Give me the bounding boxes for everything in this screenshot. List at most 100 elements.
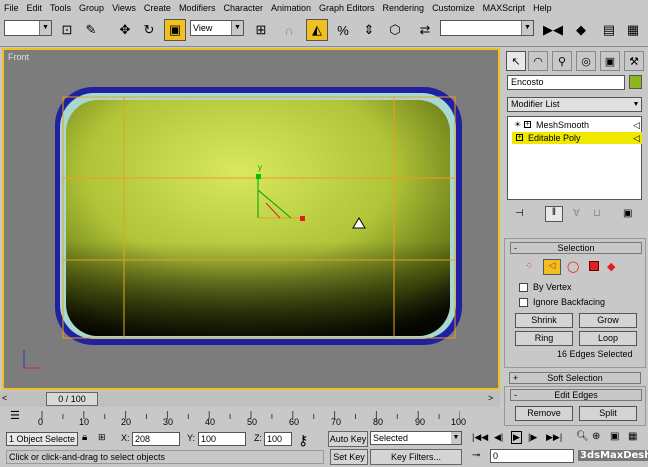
expand-icon[interactable]: +: [524, 121, 531, 128]
go-to-start-icon[interactable]: |◀◀: [472, 432, 488, 443]
menu-file[interactable]: File: [0, 3, 23, 13]
time-slider[interactable]: 0 / 100 < >: [0, 391, 500, 407]
key-mode-dropdown[interactable]: Selected ▼: [370, 431, 462, 445]
soft-selection-rollout-header[interactable]: + Soft Selection: [509, 372, 641, 384]
scale-icon[interactable]: ▣: [164, 19, 186, 41]
menu-animation[interactable]: Animation: [267, 3, 315, 13]
move-icon[interactable]: ✥: [114, 19, 136, 41]
border-icon[interactable]: ◯: [567, 260, 579, 273]
snap-icon[interactable]: ∩: [278, 19, 300, 41]
chevron-down-icon: ▼: [451, 432, 461, 444]
spinner-snap-icon[interactable]: ⇕: [358, 19, 380, 41]
go-to-end-icon[interactable]: ▶▶|: [546, 432, 562, 443]
previous-frame-icon[interactable]: ◀|: [494, 432, 503, 443]
chevron-left-icon[interactable]: <: [2, 393, 7, 403]
zoom-extents-icon[interactable]: ▣: [610, 431, 619, 442]
key-filters-button[interactable]: Key Filters...: [370, 449, 462, 465]
menu-group[interactable]: Group: [75, 3, 108, 13]
select-object-icon[interactable]: ⊡: [56, 19, 78, 41]
stack-item-editable-poly[interactable]: + Editable Poly ◁: [512, 132, 642, 144]
modify-tab-icon[interactable]: ◠: [528, 51, 548, 71]
material-editor-icon[interactable]: ▦: [622, 19, 644, 41]
reference-coord-dropdown[interactable]: View ▼: [190, 20, 244, 36]
shrink-button[interactable]: Shrink: [515, 313, 573, 328]
grow-button[interactable]: Grow: [579, 313, 637, 328]
time-slider-thumb[interactable]: 0 / 100: [46, 392, 98, 406]
make-unique-icon[interactable]: ∀: [573, 208, 580, 219]
menu-create[interactable]: Create: [140, 3, 175, 13]
mirror-icon[interactable]: ⇄: [414, 19, 436, 41]
ignore-backfacing-checkbox[interactable]: [519, 298, 528, 307]
x-label: X:: [121, 433, 130, 443]
modifier-list-dropdown[interactable]: Modifier List ▼: [507, 97, 642, 112]
selection-filter-dropdown[interactable]: ▼: [4, 20, 52, 36]
chevron-right-icon[interactable]: >: [488, 393, 493, 403]
lock-icon[interactable]: 🔒︎: [82, 432, 87, 443]
menu-help[interactable]: Help: [529, 3, 556, 13]
select-and-link-icon[interactable]: ✎: [80, 19, 102, 41]
ring-button[interactable]: Ring: [515, 331, 573, 346]
remove-modifier-icon[interactable]: ⊔: [593, 208, 601, 219]
display-tab-icon[interactable]: ▣: [600, 51, 620, 71]
menu-views[interactable]: Views: [108, 3, 140, 13]
selection-rollout-header[interactable]: - Selection: [510, 242, 642, 254]
polygon-icon[interactable]: [589, 261, 599, 271]
menu-rendering[interactable]: Rendering: [379, 3, 429, 13]
zoom-icon[interactable]: 🔍︎: [576, 431, 589, 442]
z-coord-field[interactable]: 100: [264, 432, 292, 446]
element-icon[interactable]: ◆: [607, 260, 615, 273]
play-icon[interactable]: ▶: [511, 431, 522, 444]
menu-customize[interactable]: Customize: [428, 3, 479, 13]
split-button[interactable]: Split: [579, 406, 637, 421]
show-end-result-icon[interactable]: ‖: [545, 206, 563, 222]
zoom-all-icon[interactable]: ⊕: [592, 431, 600, 442]
angle-snap-icon[interactable]: ◭: [306, 19, 328, 41]
stack-item-meshsmooth[interactable]: ☀ + MeshSmooth ◁: [512, 119, 642, 131]
edge-icon[interactable]: ◁: [543, 259, 561, 275]
edit-edges-rollout-header[interactable]: - Edit Edges: [510, 389, 642, 401]
menu-maxscript[interactable]: MAXScript: [479, 3, 530, 13]
menu-tools[interactable]: Tools: [46, 3, 75, 13]
mirror-tool-icon[interactable]: ▶◀: [542, 19, 564, 41]
viewport-front[interactable]: Front y: [2, 48, 500, 390]
reference-coord-value: View: [193, 23, 213, 33]
set-key-button[interactable]: Set Key: [330, 449, 368, 465]
next-frame-icon[interactable]: |▶: [528, 432, 537, 443]
align-icon[interactable]: ◆: [570, 19, 592, 41]
pivot-center-icon[interactable]: ⊞: [250, 19, 272, 41]
current-frame-field[interactable]: 0: [490, 449, 574, 463]
object-color-swatch[interactable]: [629, 75, 642, 89]
object-name-field[interactable]: Encosto: [507, 75, 625, 90]
zoom-extents-all-icon[interactable]: ▦: [628, 431, 637, 442]
menu-character[interactable]: Character: [219, 3, 267, 13]
by-vertex-checkbox[interactable]: [519, 283, 528, 292]
y-coord-field[interactable]: 100: [198, 432, 246, 446]
track-bar[interactable]: ☰ 0 10 20 30 40 50 60 70 80 90 100: [0, 407, 500, 429]
create-tab-icon[interactable]: ↖: [506, 51, 526, 71]
menu-graph-editors[interactable]: Graph Editors: [315, 3, 379, 13]
key-mode-toggle-icon[interactable]: ⊸: [472, 450, 480, 461]
loop-button[interactable]: Loop: [579, 331, 637, 346]
curve-editor-icon[interactable]: ▤: [598, 19, 620, 41]
menu-edit[interactable]: Edit: [23, 3, 47, 13]
named-selection-dropdown[interactable]: ▼: [440, 20, 534, 36]
x-coord-field[interactable]: 208: [132, 432, 180, 446]
pin-stack-icon[interactable]: ⊣: [515, 208, 524, 219]
lightbulb-icon[interactable]: ☀: [514, 119, 521, 131]
track-bar-menu-icon[interactable]: ☰: [10, 409, 20, 422]
edit-named-selection-icon[interactable]: ⬡: [384, 19, 406, 41]
vertex-icon[interactable]: ⁘: [525, 261, 533, 272]
rotate-icon[interactable]: ↻: [138, 19, 160, 41]
motion-tab-icon[interactable]: ◎: [576, 51, 596, 71]
remove-button[interactable]: Remove: [515, 406, 573, 421]
auto-key-button[interactable]: Auto Key: [328, 431, 368, 447]
utilities-tab-icon[interactable]: ⚒: [624, 51, 644, 71]
edit-edges-rollout: - Edit Edges Remove Split: [504, 386, 646, 426]
hierarchy-tab-icon[interactable]: ⚲: [552, 51, 572, 71]
absolute-mode-icon[interactable]: ⊞: [98, 432, 106, 443]
expand-icon[interactable]: +: [516, 134, 523, 141]
key-icon[interactable]: ⚷: [298, 432, 308, 449]
configure-sets-icon[interactable]: ▣: [623, 208, 632, 219]
percent-snap-icon[interactable]: %: [332, 19, 354, 41]
menu-modifiers[interactable]: Modifiers: [175, 3, 220, 13]
